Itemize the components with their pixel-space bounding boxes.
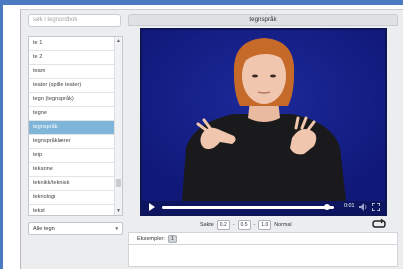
video-progress-knob[interactable] <box>324 204 331 210</box>
loop-icon[interactable] <box>372 219 386 229</box>
speed-controls: Sakte 0.2 - 0.5 - 1.0 Normal <box>200 219 292 230</box>
sign-list-item[interactable]: tekst <box>29 205 116 215</box>
filter-select-value: Alle tegn <box>33 226 55 232</box>
examples-label: Eksempler: <box>137 235 165 242</box>
chevron-down-icon: ▼ <box>114 226 119 231</box>
sign-list-item[interactable]: te 2 <box>29 51 116 65</box>
speed-normal-label: Normal <box>274 221 292 228</box>
filter-select[interactable]: Alle tegn ▼ <box>28 222 123 235</box>
volume-icon[interactable] <box>359 203 367 211</box>
fullscreen-icon[interactable] <box>372 203 380 211</box>
examples-panel <box>128 245 398 267</box>
sign-list-item[interactable]: teater (spille teater) <box>29 79 116 93</box>
speed-label: Sakte <box>200 221 214 228</box>
speed-1.0-button[interactable]: 1.0 <box>258 219 272 230</box>
search-input[interactable]: søk i tegnordbok <box>28 14 121 27</box>
video-player[interactable]: 0:01 <box>140 28 387 216</box>
speed-separator: - <box>232 221 235 228</box>
sign-list-item[interactable]: tegnspråk <box>29 121 116 135</box>
sign-list: te 1 te 2 team teater (spille teater) tegn (… <box>28 36 123 216</box>
speed-separator: - <box>253 221 256 228</box>
page-title: tegnspråk <box>128 14 398 26</box>
scroll-down-icon[interactable]: ▼ <box>116 208 121 214</box>
scroll-up-icon[interactable]: ▲ <box>116 38 121 44</box>
sign-list-item[interactable]: tegn (tegnspråk) <box>29 93 116 107</box>
sign-list-items: te 1 te 2 team teater (spille teater) tegn (… <box>29 37 116 215</box>
sign-list-item[interactable]: te 1 <box>29 37 116 51</box>
video-controls: 0:01 <box>142 201 385 214</box>
scrollbar-thumb[interactable] <box>116 179 121 187</box>
examples-count-button[interactable]: 1 <box>167 234 177 243</box>
play-icon[interactable] <box>148 203 156 211</box>
video-progress-bar[interactable] <box>162 206 334 209</box>
sign-list-item[interactable]: tegnspråklærer <box>29 135 116 149</box>
sign-list-item[interactable]: tekanne <box>29 163 116 177</box>
speed-0.2-button[interactable]: 0.2 <box>216 219 230 230</box>
list-scrollbar[interactable]: ▲ ▼ <box>114 37 122 215</box>
window-left-border <box>0 5 3 269</box>
sign-list-item[interactable]: team <box>29 65 116 79</box>
sign-list-item[interactable]: teip <box>29 149 116 163</box>
window-top-border <box>0 0 403 269</box>
examples-header: Eksempler: 1 <box>128 232 398 245</box>
video-frame-signer <box>142 30 385 201</box>
speed-0.5-button[interactable]: 0.5 <box>237 219 251 230</box>
video-time: 0:01 <box>344 203 355 209</box>
sign-list-item[interactable]: teknikk/teknisk <box>29 177 116 191</box>
sign-list-item[interactable]: teknologi <box>29 191 116 205</box>
sign-list-item[interactable]: tegne <box>29 107 116 121</box>
